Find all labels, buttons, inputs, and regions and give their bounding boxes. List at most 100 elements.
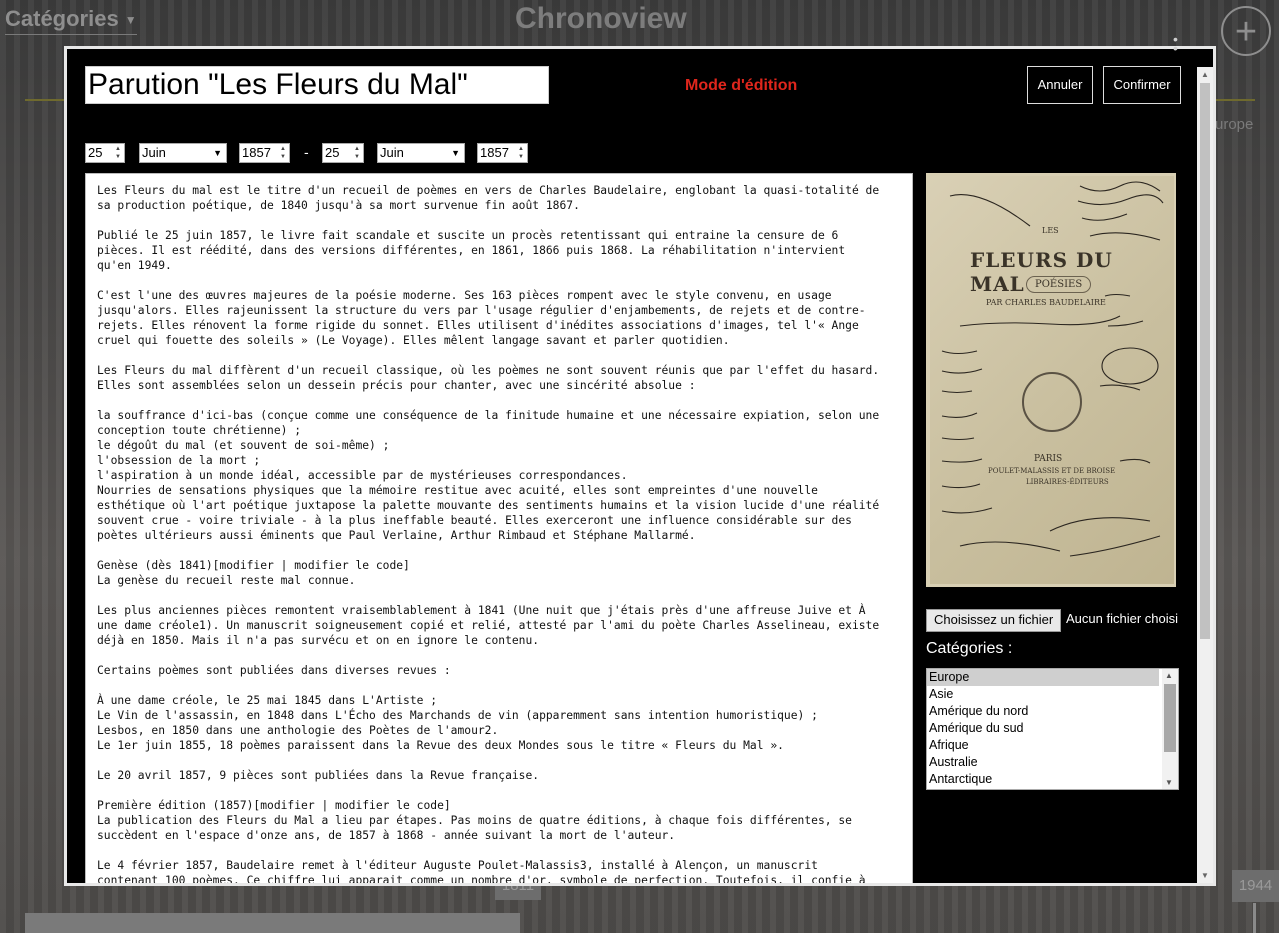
description-line: La publication des Fleurs du Mal a lieu … [97,814,852,827]
description-line: Lesbos, en 1850 dans une anthologie des … [97,724,499,737]
modal-scroll-thumb[interactable] [1200,83,1210,639]
timeline-scrollbar[interactable] [25,913,520,933]
description-line: sa production poétique, de 1840 jusqu'à … [97,199,580,212]
scroll-down-icon[interactable]: ▼ [1201,871,1209,880]
spinner-arrows-icon[interactable]: ▲ ▼ [516,145,526,161]
choose-file-button[interactable]: Choisissez un fichier [926,609,1062,632]
description-line: souvent crue - voire triviale - à la plu… [97,514,852,527]
description-line: le dégoût du mal (et souvent de soi-même… [97,439,390,452]
file-status-text: Aucun fichier choisi [1066,611,1178,626]
cancel-button[interactable]: Annuler [1027,66,1093,104]
description-line [97,588,906,603]
categories-menu-label: Catégories [5,6,119,31]
description-line [97,348,906,363]
date-separator: - [304,144,309,160]
description-line: Le 1er juin 1855, 18 poèmes paraissent d… [97,739,784,752]
category-option-europe[interactable]: Europe [927,669,1159,686]
description-line: l'obsession de la mort ; [97,454,261,467]
end-year-input[interactable]: 1857 ▲ ▼ [477,143,528,163]
start-day-input[interactable]: 25 ▲ ▼ [85,143,125,163]
book-cover-image: LES FLEURS DU MAL POÉSIES PAR CHARLES BA… [930,176,1174,584]
description-line: poètes ultérieurs aussi éminents que Pau… [97,529,696,542]
description-line: esthétique où l'art poétique juxtapose l… [97,499,880,512]
description-line: Les plus anciennes pièces remontent vrai… [97,604,866,617]
description-line [97,753,906,768]
description-line: une dame créole1). Un manuscrit soigneus… [97,619,880,632]
start-year-value: 1857 [242,145,271,160]
description-line: conception toute chrétienne) ; [97,424,302,437]
end-month-select[interactable]: Juin ▼ [377,143,465,163]
start-year-input[interactable]: 1857 ▲ ▼ [239,143,290,163]
modal-scrollbar[interactable]: ▲ ▼ [1197,67,1213,883]
end-year-value: 1857 [480,145,509,160]
description-line: cruel qui fouette des soleils » (Le Voya… [97,334,730,347]
edit-mode-label: Mode d'édition [685,77,798,94]
plus-icon: + [1234,11,1258,53]
description-line [97,213,906,228]
description-line: Le Vin de l'assassin, en 1848 dans L'Éch… [97,709,818,722]
description-line: jusqu'alors. Elles rajeunissent la struc… [97,304,866,317]
description-line: qu'en 1949. [97,259,172,272]
modal-content: Parution "Les Fleurs du Mal" Mode d'édit… [67,49,1197,883]
chevron-down-icon: ▼ [124,13,137,28]
categories-menu[interactable]: Catégories ▼ [5,6,137,35]
event-title-input[interactable]: Parution "Les Fleurs du Mal" [85,66,549,104]
category-option-afrique[interactable]: Afrique [927,737,1159,754]
description-line: La genèse du recueil reste mal connue. [97,574,356,587]
description-line: Les Fleurs du mal diffèrent d'un recueil… [97,364,880,377]
description-line [97,273,906,288]
description-line: déjà en 1850. Mais il n'a pas survécu et… [97,634,540,647]
description-line: Les Fleurs du mal est le titre d'un recu… [97,184,880,197]
chevron-down-icon: ▼ [451,148,460,158]
edit-event-modal: • • Parution "Les Fleurs du Mal" Mode d'é… [64,32,1216,886]
description-line: contenant 100 poèmes. Ce chiffre lui app… [97,874,866,883]
scroll-up-icon[interactable]: ▲ [1165,671,1173,680]
categories-label: Catégories : [926,640,1013,657]
listbox-scroll-thumb[interactable] [1164,684,1176,752]
description-line: Elles sont assemblées selon un dessein p… [97,379,696,392]
event-image: LES FLEURS DU MAL POÉSIES PAR CHARLES BA… [926,173,1176,587]
description-line [97,783,906,798]
description-line: pièces. Il est réédité, dans des version… [97,244,846,257]
description-line: rejets. Elles rénovent la forme rigide d… [97,319,859,332]
spinner-arrows-icon[interactable]: ▲ ▼ [352,145,362,161]
description-line: Nourries de sensations physiques que la … [97,484,818,497]
description-line [97,678,906,693]
end-day-input[interactable]: 25 ▲ ▼ [322,143,364,163]
add-event-button[interactable]: + [1221,6,1271,56]
description-line: Certains poèmes sont publiées dans diver… [97,664,451,677]
description-line [97,648,906,663]
description-line: Le 20 avril 1857, 9 pièces sont publiées… [97,769,540,782]
scroll-up-icon[interactable]: ▲ [1201,70,1209,79]
description-line: Publié le 25 juin 1857, le livre fait sc… [97,229,839,242]
end-month-value: Juin [380,145,404,160]
description-line: Genèse (dès 1841)[modifier | modifier le… [97,559,410,572]
category-option-amerique-du-sud[interactable]: Amérique du sud [927,720,1159,737]
description-line [97,543,906,558]
categories-listbox[interactable]: Europe Asie Amérique du nord Amérique du… [926,668,1179,790]
description-line [97,843,906,858]
description-textarea[interactable]: Les Fleurs du mal est le titre d'un recu… [85,173,913,883]
listbox-scrollbar[interactable]: ▲ ▼ [1162,669,1178,789]
description-line [97,393,906,408]
description-line: l'aspiration à un monde idéal, accessibl… [97,469,628,482]
category-option-amerique-du-nord[interactable]: Amérique du nord [927,703,1159,720]
timeline-end-marker[interactable]: 1944 [1232,870,1279,902]
confirm-button[interactable]: Confirmer [1103,66,1181,104]
category-option-antarctique[interactable]: Antarctique [927,771,1159,788]
timeline-tick [1253,903,1256,933]
handwritten-annotations [941,181,1164,557]
description-line: Le 4 février 1857, Baudelaire remet à l'… [97,859,818,872]
end-day-value: 25 [325,145,340,160]
description-line: succèdent en l'espace d'onze ans, de 185… [97,829,676,842]
spinner-arrows-icon[interactable]: ▲ ▼ [113,145,123,161]
description-line: C'est l'une des œuvres majeures de la po… [97,289,832,302]
description-line: À une dame créole, le 25 mai 1845 dans L… [97,694,438,707]
start-month-value: Juin [142,145,166,160]
spinner-arrows-icon[interactable]: ▲ ▼ [278,145,288,161]
category-option-asie[interactable]: Asie [927,686,1159,703]
start-month-select[interactable]: Juin ▼ [139,143,227,163]
category-option-australie[interactable]: Australie [927,754,1159,771]
scroll-down-icon[interactable]: ▼ [1165,778,1173,787]
description-line: Première édition (1857)[modifier | modif… [97,799,451,812]
